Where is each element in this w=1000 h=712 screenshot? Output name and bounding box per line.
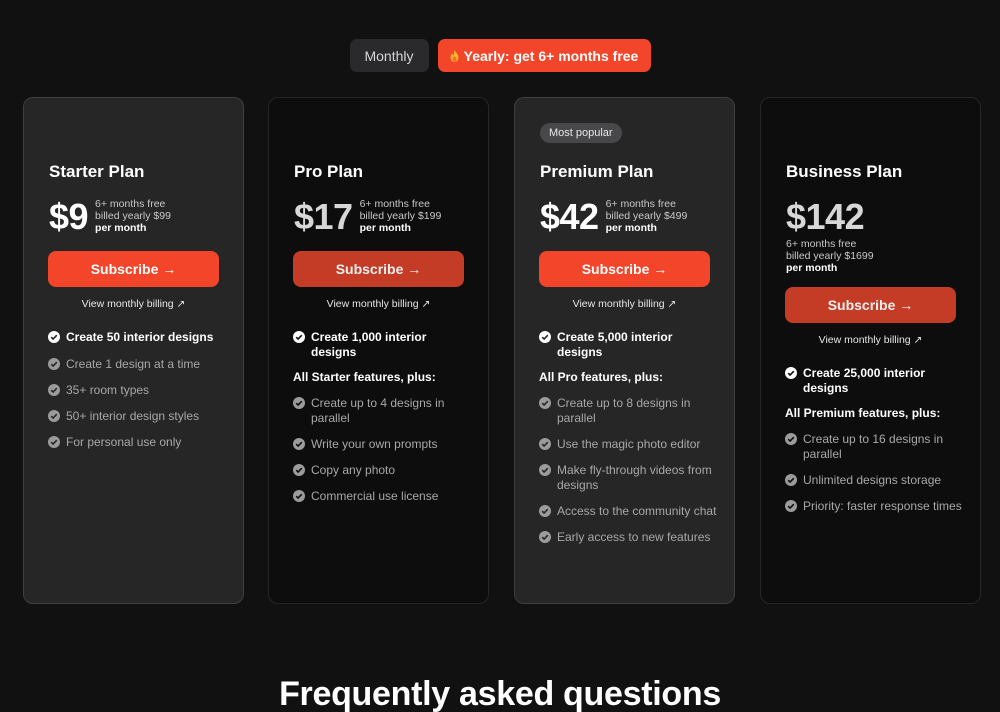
price-notes: 6+ months free billed yearly $199 per mo…	[360, 198, 442, 234]
check-circle-icon	[48, 410, 60, 422]
check-circle-icon	[539, 438, 551, 450]
feature-item: 50+ interior design styles	[48, 409, 228, 424]
plan-card-starter: Starter Plan $9 6+ months free billed ye…	[23, 97, 244, 604]
monthly-toggle-button[interactable]: Monthly	[349, 39, 429, 72]
subscribe-button[interactable]: Subscribe →	[48, 251, 219, 287]
price-note-per-month: per month	[359, 222, 411, 234]
billing-toggle: Monthly Yearly: get 6+ months free	[0, 39, 1000, 72]
price-block: $17 6+ months free billed yearly $199 pe…	[294, 198, 441, 236]
price-notes: 6+ months free billed yearly $99 per mon…	[95, 198, 171, 234]
feature-list: Create 25,000 interior designs All Premi…	[785, 366, 965, 514]
feature-item: For personal use only	[48, 435, 228, 450]
faq-heading: Frequently asked questions	[279, 675, 721, 712]
plan-card-pro: Pro Plan $17 6+ months free billed yearl…	[268, 97, 489, 604]
features-includes-heading: All Pro features, plus:	[539, 370, 664, 384]
feature-item: Make fly-through videos from designs	[539, 463, 719, 493]
price-note-free: 6+ months free	[359, 198, 430, 210]
feature-item: Write your own prompts	[293, 437, 473, 452]
feature-item: Early access to new features	[539, 530, 719, 545]
price-block: $142 6+ months free billed yearly $1699 …	[786, 196, 874, 275]
view-monthly-billing-link[interactable]: View monthly billing ↗	[24, 298, 243, 310]
feature-item: Copy any photo	[293, 463, 473, 478]
feature-list: Create 1,000 interior designs All Starte…	[293, 330, 473, 504]
feature-item: Create 50 interior designs	[48, 330, 228, 345]
feature-headline: Create 1,000 interior designs	[293, 330, 473, 360]
check-circle-icon	[293, 464, 305, 476]
plan-card-business: Business Plan $142 6+ months free billed…	[760, 97, 981, 604]
plan-name: Premium Plan	[540, 162, 654, 181]
price: $42	[540, 196, 599, 237]
price-note-free: 6+ months free	[95, 198, 166, 210]
check-circle-icon	[539, 531, 551, 543]
plan-name: Business Plan	[786, 162, 903, 181]
check-circle-icon	[293, 331, 305, 343]
price-note-billed: billed yearly $199	[359, 210, 442, 222]
check-circle-icon	[48, 384, 60, 396]
check-circle-icon	[785, 367, 797, 379]
check-circle-icon	[293, 490, 305, 502]
feature-item: Commercial use license	[293, 489, 473, 504]
check-circle-icon	[539, 505, 551, 517]
check-circle-icon	[48, 331, 60, 343]
subscribe-button[interactable]: Subscribe →	[539, 251, 710, 287]
fire-icon	[450, 49, 459, 62]
check-circle-icon	[539, 397, 551, 409]
subscribe-button[interactable]: Subscribe →	[293, 251, 464, 287]
feature-item: Create up to 4 designs in parallel	[293, 396, 473, 426]
view-monthly-billing-link[interactable]: View monthly billing ↗	[515, 298, 734, 310]
view-monthly-billing-link[interactable]: View monthly billing ↗	[761, 334, 980, 346]
check-circle-icon	[293, 438, 305, 450]
features-includes-heading: All Premium features, plus:	[785, 406, 941, 420]
plan-card-premium: Most popular Premium Plan $42 6+ months …	[514, 97, 735, 604]
price-note-billed: billed yearly $499	[605, 210, 688, 222]
price-note-billed: billed yearly $99	[95, 210, 171, 222]
check-circle-icon	[48, 436, 60, 448]
yearly-toggle-button[interactable]: Yearly: get 6+ months free	[437, 39, 651, 72]
check-circle-icon	[785, 500, 797, 512]
feature-item: Create 1 design at a time	[48, 357, 228, 372]
check-circle-icon	[785, 433, 797, 445]
feature-item: 35+ room types	[48, 383, 228, 398]
price-notes: 6+ months free billed yearly $1699 per m…	[786, 238, 874, 274]
price-note-per-month: per month	[786, 262, 838, 274]
subscribe-button[interactable]: Subscribe →	[785, 287, 956, 323]
feature-item: Priority: faster response times	[785, 499, 965, 514]
plan-name: Pro Plan	[294, 162, 363, 181]
price-note-per-month: per month	[95, 222, 147, 234]
check-circle-icon	[785, 474, 797, 486]
check-circle-icon	[48, 358, 60, 370]
price-block: $9 6+ months free billed yearly $99 per …	[49, 198, 171, 236]
feature-headline: Create 25,000 interior designs	[785, 366, 965, 396]
price: $9	[49, 196, 89, 237]
feature-item: Use the magic photo editor	[539, 437, 719, 452]
check-circle-icon	[293, 397, 305, 409]
price-note-free: 6+ months free	[605, 198, 676, 210]
feature-item: Create up to 16 designs in parallel	[785, 432, 965, 462]
plan-name: Starter Plan	[49, 162, 145, 181]
most-popular-badge: Most popular	[540, 123, 622, 143]
monthly-toggle-label: Monthly	[364, 47, 414, 64]
check-circle-icon	[539, 331, 551, 343]
price-note-free: 6+ months free	[786, 238, 857, 250]
price-note-per-month: per month	[605, 222, 657, 234]
yearly-toggle-label: Yearly: get 6+ months free	[463, 47, 639, 64]
features-includes-heading: All Starter features, plus:	[293, 370, 436, 384]
price-block: $42 6+ months free billed yearly $499 pe…	[540, 198, 687, 236]
feature-item: Unlimited designs storage	[785, 473, 965, 488]
price-note-billed: billed yearly $1699	[786, 250, 874, 262]
view-monthly-billing-link[interactable]: View monthly billing ↗	[269, 298, 488, 310]
price: $17	[294, 196, 353, 237]
check-circle-icon	[539, 464, 551, 476]
price-notes: 6+ months free billed yearly $499 per mo…	[606, 198, 688, 234]
price: $142	[786, 196, 865, 237]
feature-item: Access to the community chat	[539, 504, 719, 519]
feature-item: Create up to 8 designs in parallel	[539, 396, 719, 426]
feature-headline: Create 5,000 interior designs	[539, 330, 719, 360]
pricing-page: Monthly Yearly: get 6+ months free Start…	[0, 0, 1000, 712]
feature-list: Create 50 interior designs Create 1 desi…	[48, 330, 228, 450]
feature-list: Create 5,000 interior designs All Pro fe…	[539, 330, 719, 545]
